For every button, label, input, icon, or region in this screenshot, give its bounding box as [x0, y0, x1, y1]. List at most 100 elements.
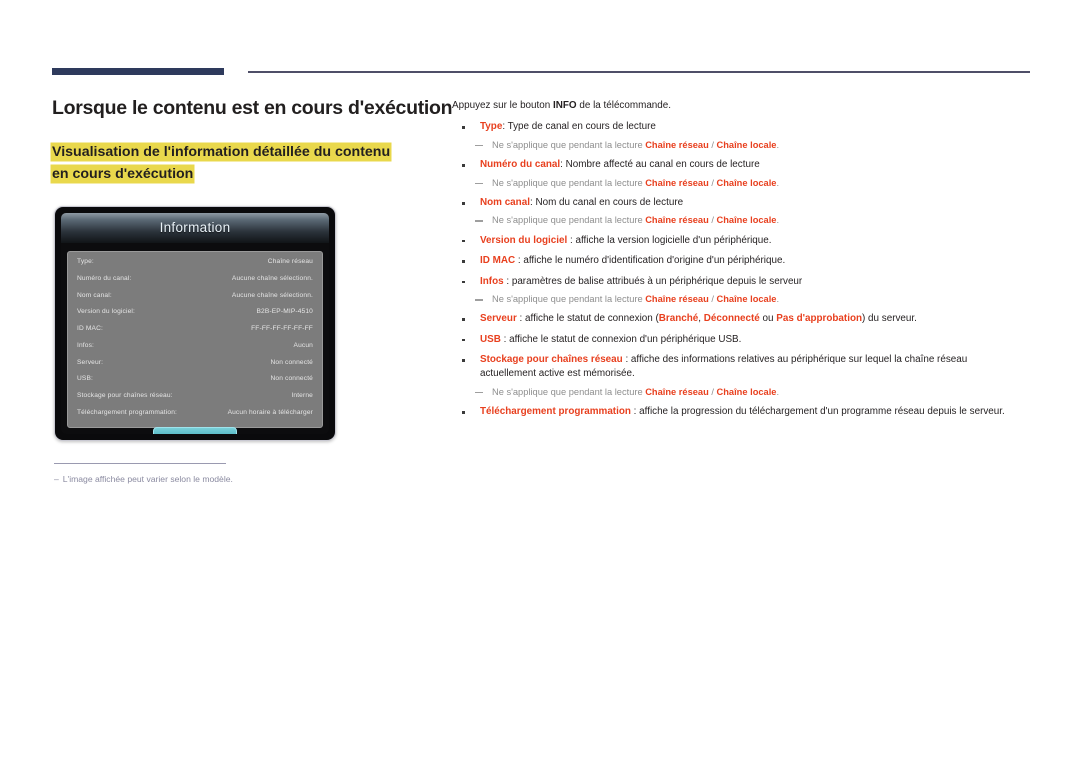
tv-device-mock: Information Type: Chaîne réseau Numéro du … [54, 206, 336, 441]
osd-row: Infos: Aucun [77, 341, 313, 350]
osd-row-key: Stockage pour chaînes réseau: [77, 392, 173, 400]
bullet-item: Type: Type de canal en cours de lecture [452, 120, 1032, 134]
osd-row-key: Téléchargement programmation: [77, 409, 178, 417]
status-not-approved: Pas d'approbation [776, 313, 863, 325]
subnote-channel-local: Chaîne locale [716, 139, 777, 150]
bullet-item: Nom canal: Nom du canal en cours de lect… [452, 196, 1032, 210]
right-column: Appuyez sur le bouton INFO de la télécom… [452, 99, 1032, 426]
bullet-desc-part4: ) du serveur. [862, 313, 917, 325]
subnote-separator: / [708, 386, 717, 397]
footnote: – L'image affichée peut varier selon le m… [54, 473, 424, 486]
osd-title-gap [61, 243, 329, 251]
subnote-prefix: Ne s'applique que pendant la lecture [492, 215, 646, 226]
subnote-channel-local: Chaîne locale [716, 386, 777, 397]
section-subtitle-line2: en cours d'exécution [52, 165, 194, 182]
intro-text-after: de la télécommande. [576, 100, 672, 111]
osd-row-value: Non connecté [270, 375, 313, 383]
subnote-separator: / [708, 293, 717, 304]
bullet-desc-part3: ou [759, 313, 777, 325]
osd-row-key: USB: [77, 375, 93, 383]
subnote-channel-network: Chaîne réseau [645, 215, 709, 226]
bullet-list: Type: Type de canal en cours de lecture N… [452, 120, 1032, 419]
bullet-term: Stockage pour chaînes réseau [480, 354, 623, 366]
status-connected: Branché [658, 313, 699, 325]
footnote-rule [54, 463, 226, 464]
bullet-desc: : Nombre affecté au canal en cours de le… [560, 159, 760, 171]
info-button-keyword: INFO [553, 100, 577, 111]
osd-body: Type: Chaîne réseau Numéro du canal: Aucune… [67, 251, 323, 434]
osd-ok-wrap: OK [77, 426, 313, 434]
osd-row-key: ID MAC: [77, 325, 103, 333]
osd-row: Téléchargement programmation: Aucun horai… [77, 409, 313, 417]
subnote-channel-network: Chaîne réseau [645, 386, 709, 397]
bullet-desc: : affiche des informations relatives au … [622, 354, 968, 366]
subnote-suffix: . [776, 215, 780, 226]
bullet-item: Téléchargement programmation : affiche l… [452, 405, 1032, 419]
subnote-channel-local: Chaîne locale [716, 215, 777, 226]
bullet-item: Serveur : affiche le statut de connexion… [452, 312, 1032, 326]
intro-text-before: Appuyez sur le bouton [452, 100, 554, 111]
osd-title: Information [61, 213, 329, 243]
osd-row: Stockage pour chaînes réseau: Interne [77, 393, 313, 400]
osd-row-value: Non connecté [270, 358, 313, 366]
subnote-separator: / [708, 139, 717, 150]
bullet-term: ID MAC [480, 255, 516, 267]
osd-row-value: Aucune chaîne sélectionn. [231, 291, 313, 299]
osd-row-list: Type: Chaîne réseau Numéro du canal: Aucune… [77, 258, 313, 417]
osd-row-key: Nom canal: [77, 291, 112, 299]
osd-row: Version du logiciel: B2B-EP-MIP-4510 [77, 309, 313, 316]
bullet-desc: : affiche la version logicielle d'un pér… [567, 234, 772, 246]
osd-row-value: Aucune chaîne sélectionn. [231, 274, 313, 282]
subnote-channel-network: Chaîne réseau [645, 293, 709, 304]
osd-row-key: Numéro du canal: [77, 274, 132, 282]
osd-row-key: Infos: [77, 341, 95, 349]
status-disconnected: Déconnecté [703, 313, 760, 325]
bullet-term: Serveur [480, 313, 517, 325]
osd-ok-button[interactable]: OK [153, 426, 237, 434]
subnote-channel-network: Chaîne réseau [645, 177, 709, 188]
osd-row-value: Aucun horaire à télécharger [227, 409, 313, 417]
bullet-term: USB [480, 333, 501, 345]
bullet-subnote: Ne s'applique que pendant la lecture Cha… [452, 139, 1032, 152]
osd-row: Type: Chaîne réseau [77, 258, 313, 266]
bullet-term: Version du logiciel [480, 234, 568, 246]
osd-row: ID MAC: FF-FF-FF-FF-FF-FF [77, 326, 313, 333]
bullet-desc: : affiche le numéro d'identification d'o… [515, 255, 786, 267]
osd-row: Nom canal: Aucune chaîne sélectionn. [77, 291, 313, 300]
osd-row: USB: Non connecté [77, 376, 313, 383]
osd-row: Serveur: Non connecté [77, 358, 313, 367]
osd-row-value: Interne [291, 392, 313, 400]
left-column: Lorsque le contenu est en cours d'exécut… [52, 96, 453, 186]
bullet-item: Numéro du canal: Nombre affecté au canal… [452, 158, 1032, 172]
bullet-item: Infos : paramètres de balise attribués à… [452, 275, 1032, 289]
header-rule-thin [248, 71, 1030, 73]
subnote-channel-local: Chaîne locale [716, 177, 777, 188]
footnote-dash: – [54, 474, 59, 484]
osd-row-value: Chaîne réseau [267, 258, 313, 265]
osd-information-dialog: Information Type: Chaîne réseau Numéro du … [61, 213, 329, 434]
bullet-term: Infos [480, 275, 504, 287]
bullet-term: Téléchargement programmation [480, 406, 631, 418]
osd-row-key: Type: [77, 258, 94, 265]
osd-row-value: Aucun [293, 341, 313, 349]
bullet-desc-line2: actuellement active est mémorisée. [480, 368, 635, 380]
osd-row-value: FF-FF-FF-FF-FF-FF [251, 325, 313, 333]
subnote-prefix: Ne s'applique que pendant la lecture [492, 177, 646, 188]
bullet-subnote: Ne s'applique que pendant la lecture Cha… [452, 177, 1032, 190]
subnote-separator: / [708, 215, 717, 226]
page-title: Lorsque le contenu est en cours d'exécut… [52, 97, 453, 119]
section-subtitle: Visualisation de l'information détaillée… [52, 142, 414, 185]
subnote-suffix: . [776, 293, 780, 304]
bullet-subnote: Ne s'applique que pendant la lecture Cha… [452, 386, 1032, 399]
subnote-channel-local: Chaîne locale [716, 293, 777, 304]
bullet-desc: : Type de canal en cours de lecture [502, 121, 656, 133]
bullet-item: ID MAC : affiche le numéro d'identificat… [452, 254, 1032, 268]
section-subtitle-line1: Visualisation de l'information détaillée… [52, 144, 391, 161]
subnote-prefix: Ne s'applique que pendant la lecture [492, 386, 646, 397]
bullet-term: Nom canal [480, 197, 530, 209]
subnote-suffix: . [776, 177, 780, 188]
bullet-term: Numéro du canal [480, 159, 561, 171]
bullet-desc: : Nom du canal en cours de lecture [529, 197, 684, 209]
osd-row-key: Serveur: [77, 358, 104, 366]
bullet-desc-part1: : affiche le statut de connexion ( [516, 313, 659, 325]
